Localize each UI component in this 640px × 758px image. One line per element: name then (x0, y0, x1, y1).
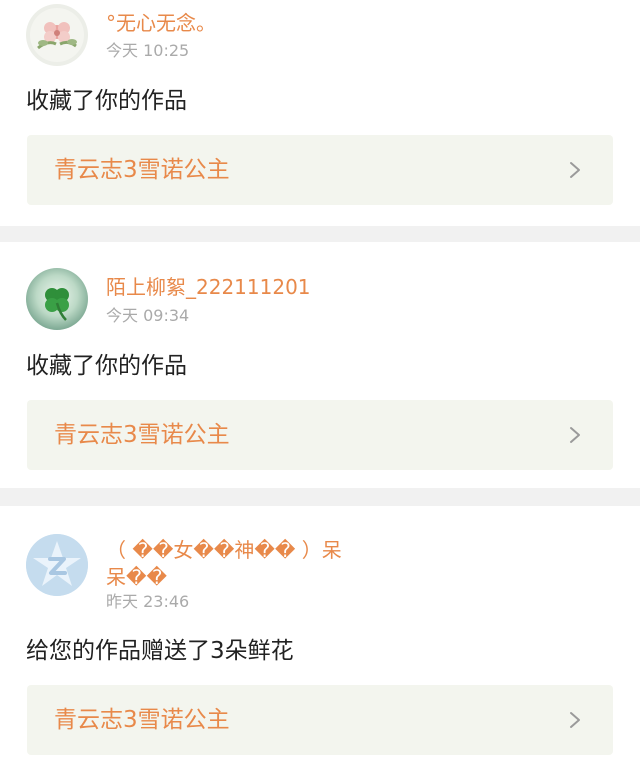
action-text: 收藏了你的作品 (26, 353, 187, 379)
work-link[interactable]: 青云志3雪诺公主 (27, 135, 613, 205)
work-title: 青云志3雪诺公主 (54, 707, 230, 733)
work-title: 青云志3雪诺公主 (54, 157, 230, 183)
default-z-avatar-icon[interactable] (26, 534, 88, 596)
chevron-right-icon (570, 162, 580, 178)
clover-avatar-icon[interactable] (26, 268, 88, 330)
action-text: 收藏了你的作品 (26, 88, 187, 114)
timestamp: 今天 09:34 (106, 306, 190, 325)
work-title: 青云志3雪诺公主 (54, 422, 230, 448)
section-divider (0, 226, 640, 242)
chevron-right-icon (570, 427, 580, 443)
username-link[interactable]: （ ��女��神�� ）呆呆�� (106, 537, 356, 591)
action-text: 给您的作品赠送了3朵鲜花 (26, 638, 294, 664)
flower-avatar-icon[interactable] (26, 4, 88, 66)
notification-item: （ ��女��神�� ）呆呆�� 昨天 23:46 给您的作品赠送了3朵鲜花 青… (0, 506, 640, 758)
timestamp: 昨天 23:46 (106, 592, 190, 611)
timestamp: 今天 10:25 (106, 41, 190, 60)
username-link[interactable]: °无心无念。 (106, 11, 216, 35)
username-link[interactable]: 陌上柳絮_222111201 (106, 275, 311, 299)
section-divider (0, 488, 640, 506)
notification-item: °无心无念。 今天 10:25 收藏了你的作品 青云志3雪诺公主 (0, 0, 640, 226)
work-link[interactable]: 青云志3雪诺公主 (27, 400, 613, 470)
chevron-right-icon (570, 712, 580, 728)
notification-item: 陌上柳絮_222111201 今天 09:34 收藏了你的作品 青云志3雪诺公主 (0, 242, 640, 488)
work-link[interactable]: 青云志3雪诺公主 (27, 685, 613, 755)
